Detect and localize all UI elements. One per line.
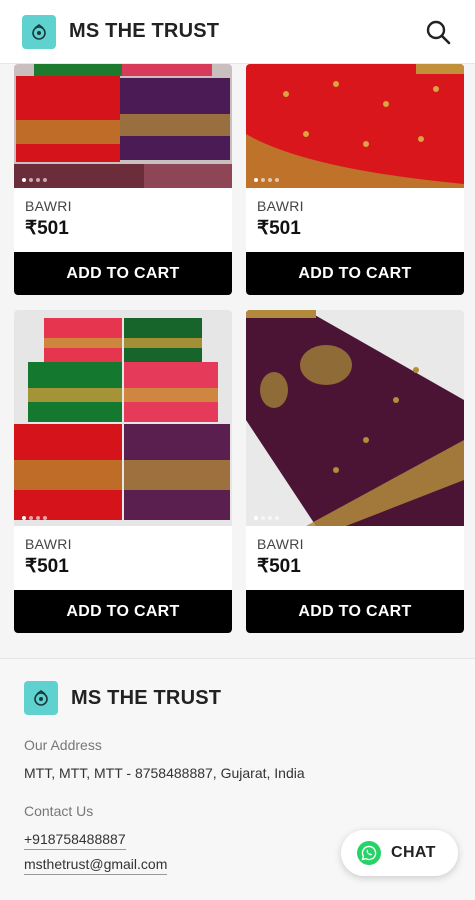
product-brand: BAWRI [25,198,72,214]
product-brand: BAWRI [25,536,72,552]
product-brand: BAWRI [257,198,304,214]
address-text: MTT, MTT, MTT - 8758488887, Gujarat, Ind… [24,765,305,781]
email-link[interactable]: msthetrust@gmail.com [24,856,168,875]
chat-button[interactable]: CHAT [341,830,458,876]
trust-logo-icon[interactable] [22,14,56,49]
product-card[interactable]: BAWRI ₹501 ADD TO CART [246,64,464,295]
add-to-cart-button[interactable]: ADD TO CART [246,252,464,295]
add-to-cart-button[interactable]: ADD TO CART [246,590,464,633]
product-card[interactable]: BAWRI ₹501 ADD TO CART [14,310,232,633]
contact-label: Contact Us [24,803,94,819]
brand-name[interactable]: MS THE TRUST [69,20,219,43]
product-price: ₹501 [25,556,69,577]
whatsapp-icon [357,841,381,865]
footer-brand-name: MS THE TRUST [71,686,222,709]
carousel-dots [254,178,279,182]
add-to-cart-button[interactable]: ADD TO CART [14,252,232,295]
address-label: Our Address [24,737,102,753]
chat-label: CHAT [391,844,436,861]
product-price: ₹501 [25,218,69,239]
product-image[interactable] [14,310,232,526]
product-price: ₹501 [257,556,301,577]
product-card[interactable]: BAWRI ₹501 ADD TO CART [246,310,464,633]
product-price: ₹501 [257,218,301,239]
product-image[interactable] [246,310,464,526]
phone-link[interactable]: +918758488887 [24,831,126,850]
carousel-dots [22,178,47,182]
trust-logo-icon [24,681,58,715]
product-image[interactable] [14,64,232,188]
search-icon[interactable] [423,17,453,47]
carousel-dots [22,516,47,520]
app-header: MS THE TRUST [0,0,475,64]
product-image[interactable] [246,64,464,188]
product-brand: BAWRI [257,536,304,552]
carousel-dots [254,516,279,520]
product-card[interactable]: BAWRI ₹501 ADD TO CART [14,64,232,295]
add-to-cart-button[interactable]: ADD TO CART [14,590,232,633]
